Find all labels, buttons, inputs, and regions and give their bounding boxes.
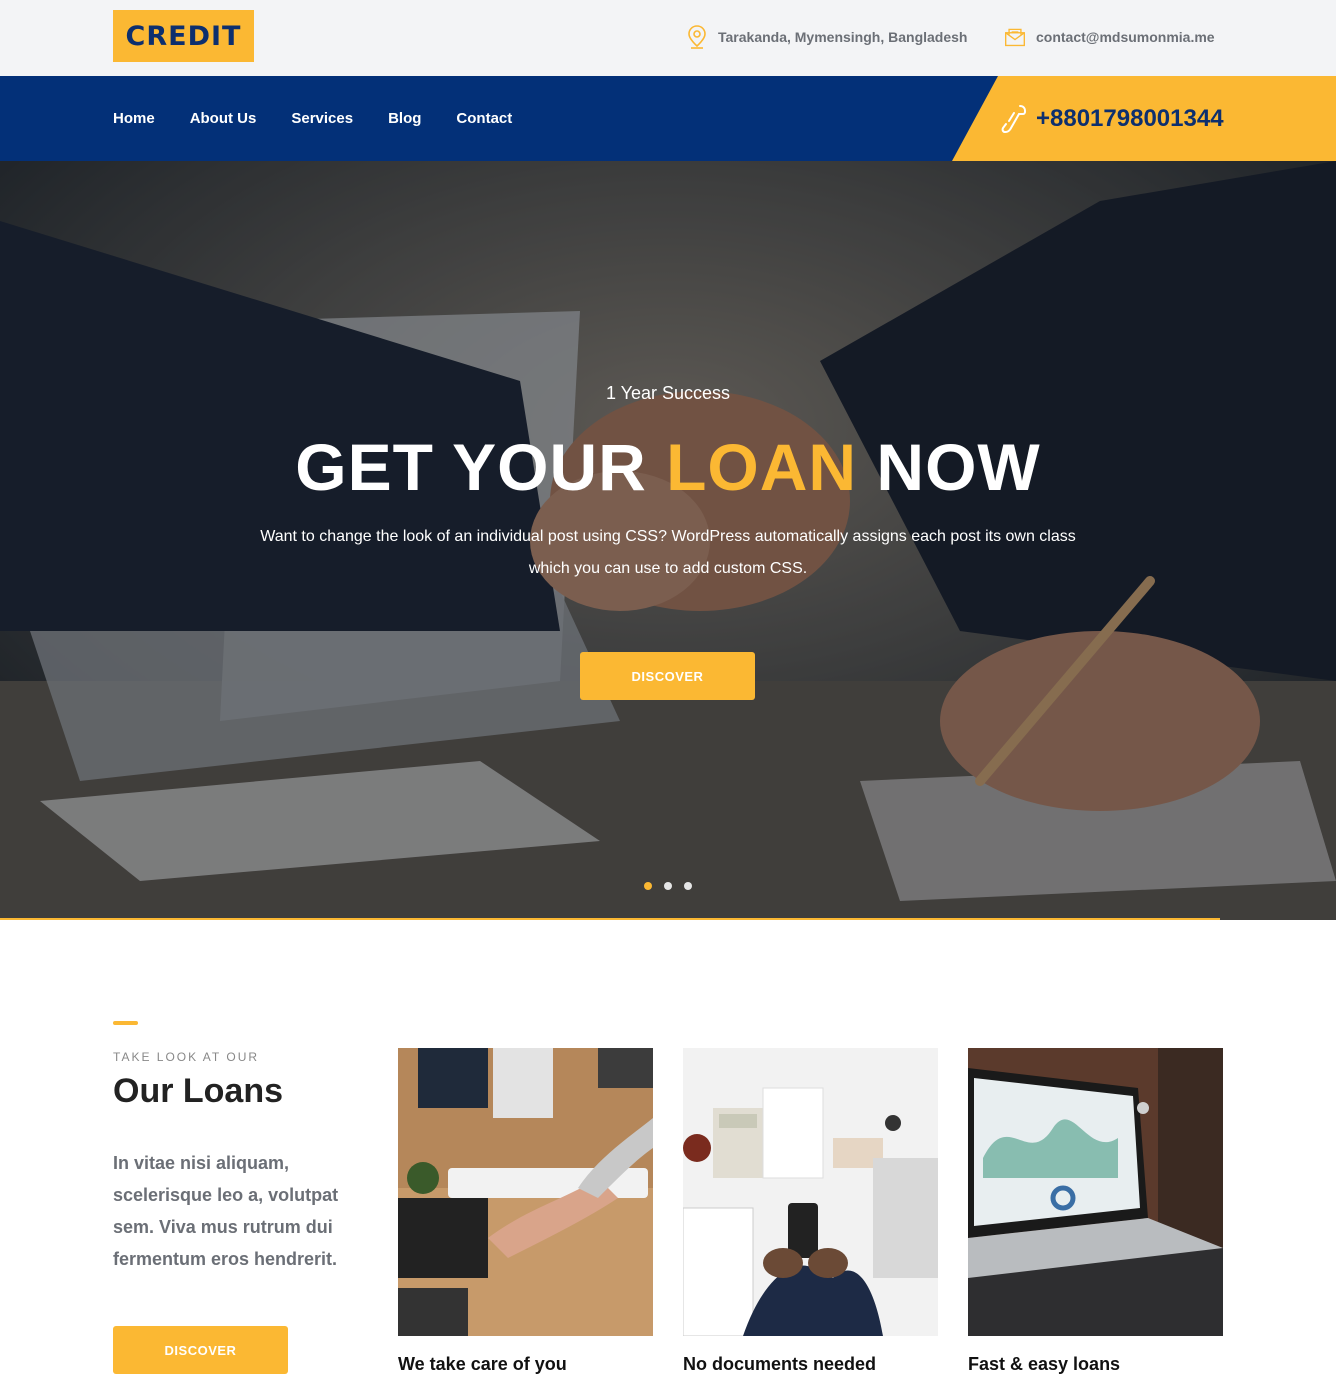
top-bar: CREDIT Tarakanda, Mymensingh, Bangladesh…	[0, 0, 1336, 76]
nav-item-about-us[interactable]: About Us	[190, 110, 257, 127]
nav-item-blog[interactable]: Blog	[388, 110, 421, 127]
section-eyebrow: TAKE LOOK AT OUR	[113, 1050, 260, 1064]
email-info[interactable]: contact@mdsumonmia.me	[1004, 24, 1215, 50]
nav-item-contact[interactable]: Contact	[456, 110, 512, 127]
loans-discover-button[interactable]: DISCOVER	[113, 1326, 288, 1374]
hero-kicker: 1 Year Success	[605, 383, 731, 403]
map-pin-icon	[688, 25, 706, 49]
loan-card[interactable]: No documents needed	[683, 1048, 938, 1375]
hero-description: Want to change the look of an individual…	[260, 528, 1076, 577]
loan-card[interactable]: Fast & easy loans	[968, 1048, 1223, 1375]
section-description: In vitae nisi aliquam, scelerisque leo a…	[113, 1153, 339, 1269]
address-text: Tarakanda, Mymensingh, Bangladesh	[718, 29, 968, 45]
phone-icon	[1001, 104, 1026, 133]
hero-title: GET YOUR LOAN NOW	[0, 427, 1336, 507]
slider-dots	[644, 882, 692, 890]
nav-links: Home About Us Services Blog Contact	[113, 76, 512, 161]
hero-slider: 1 Year Success GET YOUR LOAN NOW Want to…	[0, 161, 1336, 920]
nav-item-home[interactable]: Home	[113, 110, 155, 127]
slider-dot-3[interactable]	[684, 882, 692, 890]
loan-card-title: We take care of you	[398, 1354, 567, 1374]
slider-dot-1[interactable]	[644, 882, 652, 890]
phone-link[interactable]: +8801798001344	[1000, 76, 1224, 161]
loan-card-title: Fast & easy loans	[968, 1354, 1121, 1374]
hero-title-part1: GET YOUR	[295, 430, 667, 504]
slider-dot-2[interactable]	[664, 882, 672, 890]
nav-item-services[interactable]: Services	[291, 110, 353, 127]
hero-title-accent: LOAN	[666, 430, 858, 504]
loan-card-image-documents	[683, 1048, 938, 1336]
email-text: contact@mdsumonmia.me	[1036, 29, 1215, 45]
logo-text: CREDIT	[125, 20, 242, 52]
phone-number: +8801798001344	[1036, 104, 1224, 132]
logo[interactable]: CREDIT	[113, 10, 254, 62]
hero-title-part2: NOW	[857, 430, 1041, 504]
loan-card-image-handshake	[398, 1048, 653, 1336]
loan-card[interactable]: We take care of you	[398, 1048, 653, 1375]
loan-card-title: No documents needed	[683, 1354, 877, 1374]
address-info: Tarakanda, Mymensingh, Bangladesh	[686, 24, 967, 50]
hero-discover-button[interactable]: DISCOVER	[580, 652, 755, 700]
section-title: Our Loans	[113, 1072, 284, 1110]
envelope-icon	[1005, 28, 1025, 47]
loan-card-image-laptop	[968, 1048, 1223, 1336]
section-accent-bar	[113, 1021, 138, 1025]
hero-progress-line	[0, 918, 1220, 920]
